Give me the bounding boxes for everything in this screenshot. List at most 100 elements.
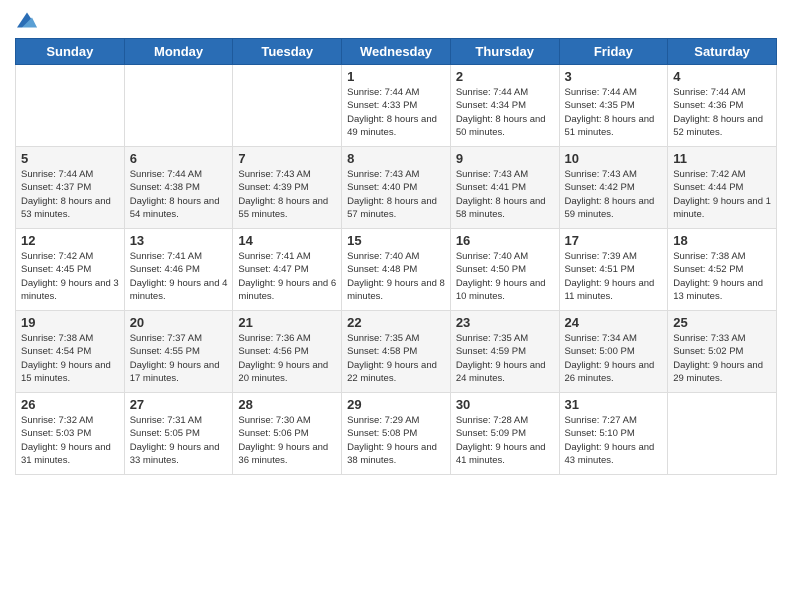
- day-number: 26: [21, 397, 119, 412]
- day-info: Sunrise: 7:33 AMSunset: 5:02 PMDaylight:…: [673, 332, 771, 385]
- day-number: 17: [565, 233, 663, 248]
- calendar-cell: 20 Sunrise: 7:37 AMSunset: 4:55 PMDayligh…: [124, 311, 233, 393]
- calendar-cell: [124, 65, 233, 147]
- day-info: Sunrise: 7:44 AMSunset: 4:35 PMDaylight:…: [565, 86, 663, 139]
- calendar-cell: 11 Sunrise: 7:42 AMSunset: 4:44 PMDayligh…: [668, 147, 777, 229]
- calendar-cell: 27 Sunrise: 7:31 AMSunset: 5:05 PMDayligh…: [124, 393, 233, 475]
- day-info: Sunrise: 7:31 AMSunset: 5:05 PMDaylight:…: [130, 414, 228, 467]
- logo-icon: [17, 10, 37, 30]
- calendar-cell: 26 Sunrise: 7:32 AMSunset: 5:03 PMDayligh…: [16, 393, 125, 475]
- day-info: Sunrise: 7:41 AMSunset: 4:47 PMDaylight:…: [238, 250, 336, 303]
- day-info: Sunrise: 7:37 AMSunset: 4:55 PMDaylight:…: [130, 332, 228, 385]
- day-info: Sunrise: 7:38 AMSunset: 4:52 PMDaylight:…: [673, 250, 771, 303]
- day-number: 18: [673, 233, 771, 248]
- logo: [15, 10, 37, 30]
- calendar-cell: [233, 65, 342, 147]
- day-info: Sunrise: 7:32 AMSunset: 5:03 PMDaylight:…: [21, 414, 119, 467]
- day-info: Sunrise: 7:43 AMSunset: 4:39 PMDaylight:…: [238, 168, 336, 221]
- calendar-cell: 28 Sunrise: 7:30 AMSunset: 5:06 PMDayligh…: [233, 393, 342, 475]
- day-info: Sunrise: 7:44 AMSunset: 4:37 PMDaylight:…: [21, 168, 119, 221]
- calendar-cell: 6 Sunrise: 7:44 AMSunset: 4:38 PMDaylight…: [124, 147, 233, 229]
- day-number: 14: [238, 233, 336, 248]
- day-info: Sunrise: 7:44 AMSunset: 4:38 PMDaylight:…: [130, 168, 228, 221]
- calendar-cell: 16Sunrise: 7:40 AMSunset: 4:50 PMDayligh…: [450, 229, 559, 311]
- calendar-cell: [16, 65, 125, 147]
- calendar-cell: 17 Sunrise: 7:39 AMSunset: 4:51 PMDayligh…: [559, 229, 668, 311]
- day-number: 29: [347, 397, 445, 412]
- calendar-cell: 8Sunrise: 7:43 AMSunset: 4:40 PMDaylight…: [342, 147, 451, 229]
- day-number: 11: [673, 151, 771, 166]
- day-number: 13: [130, 233, 228, 248]
- day-number: 9: [456, 151, 554, 166]
- week-row-1: 1 Sunrise: 7:44 AMSunset: 4:33 PMDaylight…: [16, 65, 777, 147]
- calendar-cell: 4 Sunrise: 7:44 AMSunset: 4:36 PMDaylight…: [668, 65, 777, 147]
- calendar-cell: 3Sunrise: 7:44 AMSunset: 4:35 PMDaylight…: [559, 65, 668, 147]
- day-info: Sunrise: 7:44 AMSunset: 4:36 PMDaylight:…: [673, 86, 771, 139]
- day-number: 12: [21, 233, 119, 248]
- day-info: Sunrise: 7:28 AMSunset: 5:09 PMDaylight:…: [456, 414, 554, 467]
- calendar-cell: [668, 393, 777, 475]
- week-row-3: 12 Sunrise: 7:42 AMSunset: 4:45 PMDayligh…: [16, 229, 777, 311]
- calendar-cell: 25 Sunrise: 7:33 AMSunset: 5:02 PMDayligh…: [668, 311, 777, 393]
- day-number: 24: [565, 315, 663, 330]
- calendar-cell: 24 Sunrise: 7:34 AMSunset: 5:00 PMDayligh…: [559, 311, 668, 393]
- day-info: Sunrise: 7:42 AMSunset: 4:45 PMDaylight:…: [21, 250, 119, 303]
- day-info: Sunrise: 7:40 AMSunset: 4:50 PMDaylight:…: [456, 250, 554, 303]
- day-info: Sunrise: 7:27 AMSunset: 5:10 PMDaylight:…: [565, 414, 663, 467]
- day-info: Sunrise: 7:43 AMSunset: 4:42 PMDaylight:…: [565, 168, 663, 221]
- day-number: 5: [21, 151, 119, 166]
- day-number: 27: [130, 397, 228, 412]
- day-number: 4: [673, 69, 771, 84]
- day-info: Sunrise: 7:40 AMSunset: 4:48 PMDaylight:…: [347, 250, 445, 303]
- day-info: Sunrise: 7:35 AMSunset: 4:59 PMDaylight:…: [456, 332, 554, 385]
- day-info: Sunrise: 7:36 AMSunset: 4:56 PMDaylight:…: [238, 332, 336, 385]
- calendar-cell: 12 Sunrise: 7:42 AMSunset: 4:45 PMDayligh…: [16, 229, 125, 311]
- calendar-cell: 29 Sunrise: 7:29 AMSunset: 5:08 PMDayligh…: [342, 393, 451, 475]
- day-number: 2: [456, 69, 554, 84]
- day-number: 1: [347, 69, 445, 84]
- weekday-saturday: Saturday: [668, 39, 777, 65]
- weekday-thursday: Thursday: [450, 39, 559, 65]
- day-number: 23: [456, 315, 554, 330]
- day-info: Sunrise: 7:42 AMSunset: 4:44 PMDaylight:…: [673, 168, 771, 221]
- page: SundayMondayTuesdayWednesdayThursdayFrid…: [0, 0, 792, 612]
- header: [15, 10, 777, 30]
- weekday-monday: Monday: [124, 39, 233, 65]
- day-number: 7: [238, 151, 336, 166]
- day-number: 22: [347, 315, 445, 330]
- weekday-tuesday: Tuesday: [233, 39, 342, 65]
- calendar-cell: 10 Sunrise: 7:43 AMSunset: 4:42 PMDayligh…: [559, 147, 668, 229]
- calendar-cell: 9 Sunrise: 7:43 AMSunset: 4:41 PMDaylight…: [450, 147, 559, 229]
- day-number: 20: [130, 315, 228, 330]
- day-number: 30: [456, 397, 554, 412]
- calendar-cell: 1 Sunrise: 7:44 AMSunset: 4:33 PMDaylight…: [342, 65, 451, 147]
- day-info: Sunrise: 7:29 AMSunset: 5:08 PMDaylight:…: [347, 414, 445, 467]
- calendar-cell: 13 Sunrise: 7:41 AMSunset: 4:46 PMDayligh…: [124, 229, 233, 311]
- calendar-cell: 21 Sunrise: 7:36 AMSunset: 4:56 PMDayligh…: [233, 311, 342, 393]
- day-info: Sunrise: 7:43 AMSunset: 4:40 PMDaylight:…: [347, 168, 445, 221]
- day-number: 19: [21, 315, 119, 330]
- day-info: Sunrise: 7:41 AMSunset: 4:46 PMDaylight:…: [130, 250, 228, 303]
- calendar-cell: 5 Sunrise: 7:44 AMSunset: 4:37 PMDaylight…: [16, 147, 125, 229]
- day-number: 21: [238, 315, 336, 330]
- day-number: 10: [565, 151, 663, 166]
- calendar-table: SundayMondayTuesdayWednesdayThursdayFrid…: [15, 38, 777, 475]
- calendar-cell: 30 Sunrise: 7:28 AMSunset: 5:09 PMDayligh…: [450, 393, 559, 475]
- day-info: Sunrise: 7:43 AMSunset: 4:41 PMDaylight:…: [456, 168, 554, 221]
- day-info: Sunrise: 7:30 AMSunset: 5:06 PMDaylight:…: [238, 414, 336, 467]
- day-number: 31: [565, 397, 663, 412]
- calendar-header: SundayMondayTuesdayWednesdayThursdayFrid…: [16, 39, 777, 65]
- calendar-cell: 7 Sunrise: 7:43 AMSunset: 4:39 PMDaylight…: [233, 147, 342, 229]
- calendar-cell: 2Sunrise: 7:44 AMSunset: 4:34 PMDaylight…: [450, 65, 559, 147]
- calendar-cell: 19Sunrise: 7:38 AMSunset: 4:54 PMDayligh…: [16, 311, 125, 393]
- day-number: 6: [130, 151, 228, 166]
- day-info: Sunrise: 7:35 AMSunset: 4:58 PMDaylight:…: [347, 332, 445, 385]
- day-info: Sunrise: 7:34 AMSunset: 5:00 PMDaylight:…: [565, 332, 663, 385]
- day-info: Sunrise: 7:44 AMSunset: 4:33 PMDaylight:…: [347, 86, 445, 139]
- day-number: 28: [238, 397, 336, 412]
- day-info: Sunrise: 7:39 AMSunset: 4:51 PMDaylight:…: [565, 250, 663, 303]
- week-row-5: 26 Sunrise: 7:32 AMSunset: 5:03 PMDayligh…: [16, 393, 777, 475]
- weekday-wednesday: Wednesday: [342, 39, 451, 65]
- day-number: 25: [673, 315, 771, 330]
- calendar-cell: 15Sunrise: 7:40 AMSunset: 4:48 PMDayligh…: [342, 229, 451, 311]
